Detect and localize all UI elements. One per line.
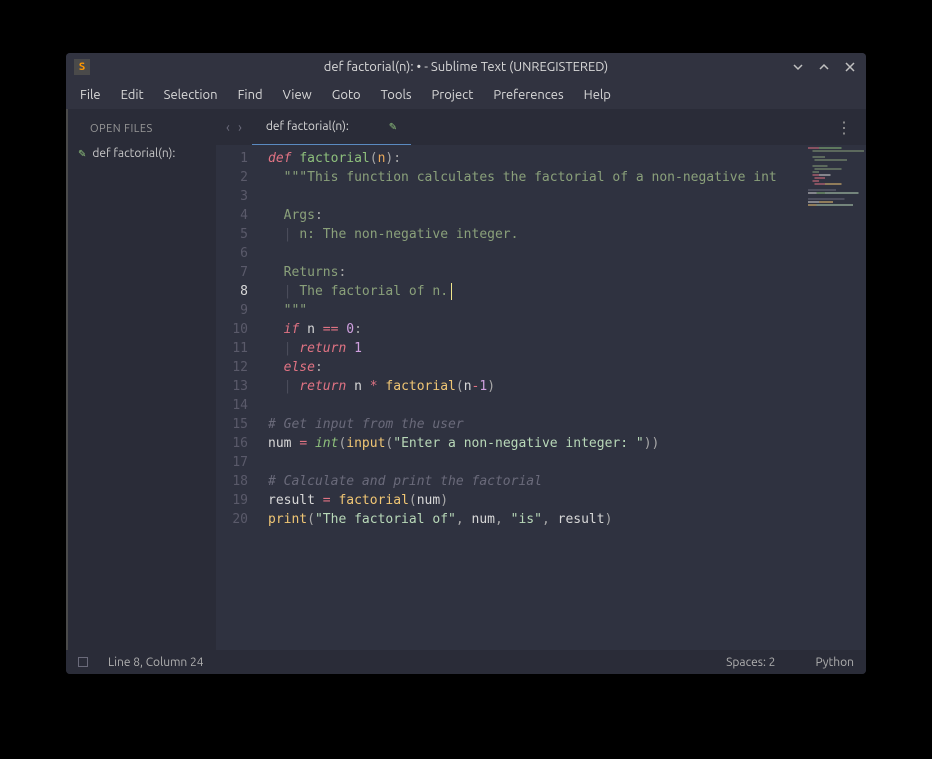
line-number[interactable]: 7 [222, 263, 248, 282]
code-text[interactable]: def factorial(n): """This function calcu… [258, 145, 806, 650]
sidebar: OPEN FILES ✎ def factorial(n): [66, 109, 216, 650]
code-line[interactable]: def factorial(n): [268, 149, 806, 168]
status-syntax[interactable]: Python [815, 656, 854, 669]
menu-selection[interactable]: Selection [154, 84, 228, 106]
line-number[interactable]: 14 [222, 396, 248, 415]
gutter[interactable]: 1234567891011121314151617181920 [216, 145, 258, 650]
line-number[interactable]: 19 [222, 491, 248, 510]
line-number[interactable]: 17 [222, 453, 248, 472]
line-number[interactable]: 10 [222, 320, 248, 339]
code-line[interactable]: """This function calculates the factoria… [268, 168, 806, 187]
panel-toggle-icon[interactable] [78, 657, 88, 667]
line-number[interactable]: 9 [222, 301, 248, 320]
code-line[interactable]: | n: The non-negative integer. [268, 225, 806, 244]
code-line[interactable] [268, 453, 806, 472]
line-number[interactable]: 20 [222, 510, 248, 529]
sidebar-file-name: def factorial(n): [92, 147, 175, 160]
statusbar: Line 8, Column 24 Spaces: 2 Python [66, 650, 866, 674]
line-number[interactable]: 12 [222, 358, 248, 377]
text-cursor [451, 283, 452, 300]
code-line[interactable]: result = factorial(num) [268, 491, 806, 510]
line-number[interactable]: 8 [222, 282, 248, 301]
line-number[interactable]: 5 [222, 225, 248, 244]
main-area: OPEN FILES ✎ def factorial(n): ‹ › def f… [66, 109, 866, 650]
tab-nav: ‹ › [216, 119, 252, 135]
menu-project[interactable]: Project [422, 84, 484, 106]
line-number[interactable]: 1 [222, 149, 248, 168]
code-line[interactable]: """ [268, 301, 806, 320]
nav-back-icon[interactable]: ‹ [226, 119, 230, 135]
tab-overflow-icon[interactable]: ⋮ [822, 118, 866, 137]
menu-tools[interactable]: Tools [371, 84, 422, 106]
menu-help[interactable]: Help [574, 84, 621, 106]
line-number[interactable]: 6 [222, 244, 248, 263]
menu-find[interactable]: Find [228, 84, 273, 106]
nav-forward-icon[interactable]: › [238, 119, 242, 135]
code-line[interactable] [268, 187, 806, 206]
window-controls [790, 59, 858, 75]
code-editor[interactable]: 1234567891011121314151617181920 def fact… [216, 145, 866, 650]
code-line[interactable]: Returns: [268, 263, 806, 282]
line-number[interactable]: 4 [222, 206, 248, 225]
code-line[interactable]: # Calculate and print the factorial [268, 472, 806, 491]
app-icon: S [74, 59, 90, 75]
line-number[interactable]: 2 [222, 168, 248, 187]
code-line[interactable]: | return n * factorial(n-1) [268, 377, 806, 396]
line-number[interactable]: 11 [222, 339, 248, 358]
minimap[interactable] [806, 145, 866, 650]
code-line[interactable]: | return 1 [268, 339, 806, 358]
statusbar-right: Spaces: 2 Python [726, 656, 854, 669]
sidebar-open-files-header: OPEN FILES [68, 109, 216, 143]
editor-area: ‹ › def factorial(n): ✎ ⋮ 12345678910111… [216, 109, 866, 650]
statusbar-left: Line 8, Column 24 [78, 656, 204, 669]
menu-preferences[interactable]: Preferences [483, 84, 573, 106]
modified-icon: ✎ [78, 148, 86, 160]
code-line[interactable]: Args: [268, 206, 806, 225]
tab-modified-icon: ✎ [389, 121, 397, 133]
menu-file[interactable]: File [70, 84, 111, 106]
code-line[interactable]: if n == 0: [268, 320, 806, 339]
minimize-icon[interactable] [790, 59, 806, 75]
tab-active[interactable]: def factorial(n): ✎ [252, 109, 411, 145]
line-number[interactable]: 13 [222, 377, 248, 396]
close-icon[interactable] [842, 59, 858, 75]
code-line[interactable]: | The factorial of n. [268, 282, 806, 301]
sidebar-file-item[interactable]: ✎ def factorial(n): [68, 143, 216, 164]
menu-view[interactable]: View [273, 84, 322, 106]
tab-label: def factorial(n): [266, 120, 349, 133]
code-line[interactable]: else: [268, 358, 806, 377]
code-line[interactable]: print("The factorial of", num, "is", res… [268, 510, 806, 529]
window-title: def factorial(n): • - Sublime Text (UNRE… [66, 60, 866, 74]
code-line[interactable]: # Get input from the user [268, 415, 806, 434]
line-number[interactable]: 18 [222, 472, 248, 491]
line-number[interactable]: 15 [222, 415, 248, 434]
line-number[interactable]: 3 [222, 187, 248, 206]
line-number[interactable]: 16 [222, 434, 248, 453]
app-window: S def factorial(n): • - Sublime Text (UN… [66, 53, 866, 674]
minimap-content [808, 147, 864, 207]
menu-edit[interactable]: Edit [111, 84, 154, 106]
code-line[interactable] [268, 244, 806, 263]
status-cursor-position[interactable]: Line 8, Column 24 [108, 656, 204, 669]
code-line[interactable]: num = int(input("Enter a non-negative in… [268, 434, 806, 453]
titlebar[interactable]: S def factorial(n): • - Sublime Text (UN… [66, 53, 866, 81]
tab-row: ‹ › def factorial(n): ✎ ⋮ [216, 109, 866, 145]
code-line[interactable] [268, 396, 806, 415]
menubar: File Edit Selection Find View Goto Tools… [66, 81, 866, 109]
maximize-icon[interactable] [816, 59, 832, 75]
status-indent[interactable]: Spaces: 2 [726, 656, 775, 669]
menu-goto[interactable]: Goto [322, 84, 371, 106]
